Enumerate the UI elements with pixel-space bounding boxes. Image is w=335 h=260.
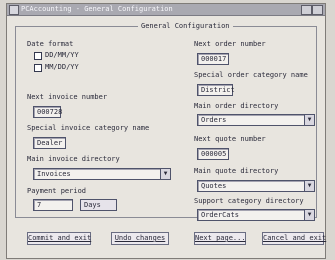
main-invoice-directory-value: Invoices: [37, 170, 71, 178]
next-invoice-number-label: Next invoice number: [27, 93, 108, 101]
next-order-number-label: Next order number: [194, 40, 266, 48]
next-page-button[interactable]: Next page...: [194, 232, 246, 245]
main-invoice-directory-label: Main invoice directory: [27, 155, 120, 163]
date-format-ddmmyy-checkbox[interactable]: [34, 52, 42, 60]
main-quote-directory-dropdown[interactable]: Quotes ▼: [197, 180, 315, 192]
chevron-down-icon[interactable]: ▼: [304, 181, 314, 191]
chevron-down-icon[interactable]: ▼: [160, 169, 170, 179]
next-invoice-number-field[interactable]: 000728: [33, 106, 63, 118]
next-order-number-value: 000017: [201, 55, 227, 63]
main-invoice-directory-dropdown[interactable]: Invoices ▼: [33, 168, 171, 180]
special-invoice-category-field[interactable]: Dealer: [33, 137, 66, 149]
configuration-window: PCAccounting - General Configuration Gen…: [6, 3, 326, 259]
next-invoice-number-value: 000728: [37, 108, 63, 116]
chevron-down-icon[interactable]: ▼: [304, 115, 314, 125]
payment-period-field[interactable]: 7: [33, 199, 73, 211]
payment-period-label: Payment period: [27, 187, 87, 195]
next-quote-number-value: 000005: [201, 150, 227, 158]
undo-changes-button[interactable]: Undo changes: [111, 232, 169, 245]
maximize-icon[interactable]: [312, 5, 323, 15]
special-order-category-value: District: [201, 86, 235, 94]
chevron-down-icon[interactable]: ▼: [304, 210, 314, 220]
special-order-category-label: Special order category name: [194, 71, 308, 79]
date-format-mmddyy-checkbox[interactable]: [34, 64, 42, 72]
main-order-directory-value: Orders: [201, 116, 227, 124]
next-order-number-field[interactable]: 000017: [197, 53, 229, 65]
special-order-category-field[interactable]: District: [197, 84, 235, 96]
support-category-directory-value: OrderCats: [201, 211, 239, 219]
support-category-directory-label: Support category directory: [194, 197, 304, 205]
main-quote-directory-label: Main quote directory: [194, 167, 279, 175]
next-quote-number-field[interactable]: 000005: [197, 148, 229, 160]
cancel-and-exit-button[interactable]: Cancel and exit: [262, 232, 326, 245]
main-order-directory-label: Main order directory: [194, 102, 279, 110]
special-invoice-category-label: Special invoice category name: [27, 124, 150, 132]
main-quote-directory-value: Quotes: [201, 182, 227, 190]
titlebar: PCAccounting - General Configuration: [7, 4, 325, 16]
window-title: PCAccounting - General Configuration: [21, 5, 173, 13]
date-format-label: Date format: [27, 40, 74, 48]
system-menu-icon[interactable]: [9, 5, 19, 15]
main-order-directory-dropdown[interactable]: Orders ▼: [197, 114, 315, 126]
payment-period-unit-selector[interactable]: Days: [80, 199, 117, 211]
minimize-icon[interactable]: [301, 5, 312, 15]
date-format-ddmmyy-label: DD/MM/YY: [45, 51, 79, 59]
support-category-directory-dropdown[interactable]: OrderCats ▼: [197, 209, 315, 221]
frame-title: General Configuration: [138, 22, 233, 30]
payment-period-value: 7: [37, 201, 42, 209]
payment-period-unit: Days: [84, 201, 101, 209]
date-format-mmddyy-label: MM/DD/YY: [45, 63, 79, 71]
next-quote-number-label: Next quote number: [194, 135, 266, 143]
special-invoice-category-value: Dealer: [37, 139, 63, 147]
commit-and-exit-button[interactable]: Commit and exit: [27, 232, 91, 245]
